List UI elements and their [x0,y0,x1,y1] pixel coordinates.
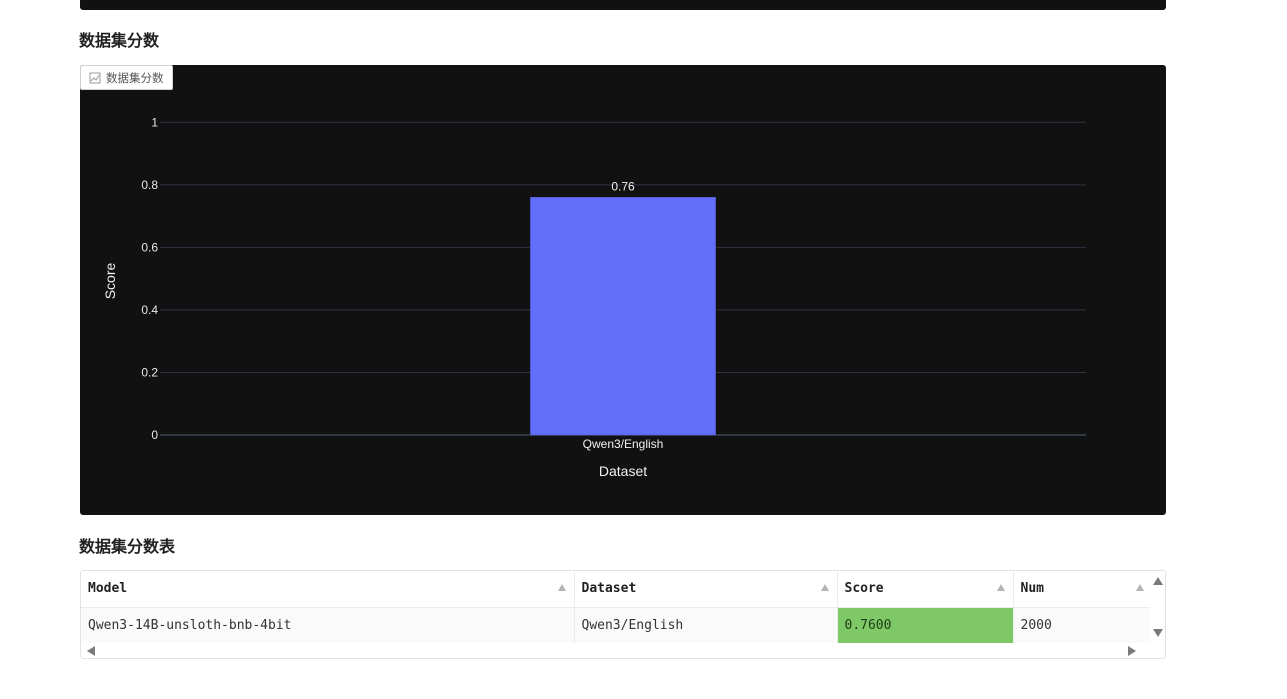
scroll-up-arrow-icon[interactable] [1153,577,1163,585]
y-tick-label: 1 [151,115,158,129]
previous-panel-bottom [80,0,1166,10]
sort-asc-icon[interactable] [557,584,566,591]
cell-dataset[interactable]: Qwen3/English [574,607,838,644]
table-section-heading: 数据集分数表 [79,537,176,556]
y-axis-title: Score [102,263,118,300]
sort-asc-icon[interactable] [996,584,1005,591]
cell-num[interactable]: 2000 [1013,607,1153,644]
table-row: Qwen3-14B-unsloth-bnb-4bit Qwen3/English… [81,607,1153,644]
scroll-down-arrow-icon[interactable] [1153,629,1163,637]
y-tick-label: 0 [151,428,158,442]
sort-asc-icon[interactable] [820,584,829,591]
cell-score[interactable]: 0.7600 [837,607,1014,644]
column-header-label: Dataset [581,581,637,597]
page: 数据集分数 数据集分数 0 0.2 0.4 0.6 0.8 1 0.76 Qwen3/Engl… [0,0,1287,699]
score-table-container: Model Dataset Score Num Qwen3-14B-unslot… [80,570,1166,659]
bar[interactable] [530,197,716,436]
chart-label-text: 数据集分数 [106,70,164,85]
y-tick-label: 0.6 [141,240,158,254]
column-header-num[interactable]: Num [1013,571,1153,608]
column-header-model[interactable]: Model [81,571,575,608]
chart-panel: 数据集分数 0 0.2 0.4 0.6 0.8 1 0.76 Qwen3/English Dat… [80,65,1166,515]
chart-icon [89,72,101,84]
bar-data-label: 0.76 [611,179,635,193]
column-header-label: Model [88,581,128,597]
score-table: Model Dataset Score Num Qwen3-14B-unslot… [81,571,1153,644]
column-header-score[interactable]: Score [837,571,1014,608]
y-tick-label: 0.2 [141,365,158,379]
x-axis-title: Dataset [599,463,647,479]
column-header-dataset[interactable]: Dataset [574,571,838,608]
y-tick-label: 0.8 [141,178,158,192]
scroll-left-arrow-icon[interactable] [87,646,95,656]
column-header-label: Num [1020,581,1044,597]
sort-asc-icon[interactable] [1135,584,1144,591]
column-header-label: Score [844,581,884,597]
chart-section-heading: 数据集分数 [79,31,160,50]
horizontal-scrollbar[interactable] [81,643,1151,658]
chart-label-tag: 数据集分数 [80,65,173,90]
vertical-scrollbar[interactable] [1150,571,1165,643]
y-tick-label: 0.4 [141,303,158,317]
scroll-right-arrow-icon[interactable] [1128,646,1136,656]
cell-model[interactable]: Qwen3-14B-unsloth-bnb-4bit [81,607,575,644]
bar-chart: 0 0.2 0.4 0.6 0.8 1 0.76 Qwen3/English Dataset Sc… [102,115,1086,479]
x-tick-label: Qwen3/English [583,437,664,451]
table-header-row: Model Dataset Score Num [81,571,1153,608]
